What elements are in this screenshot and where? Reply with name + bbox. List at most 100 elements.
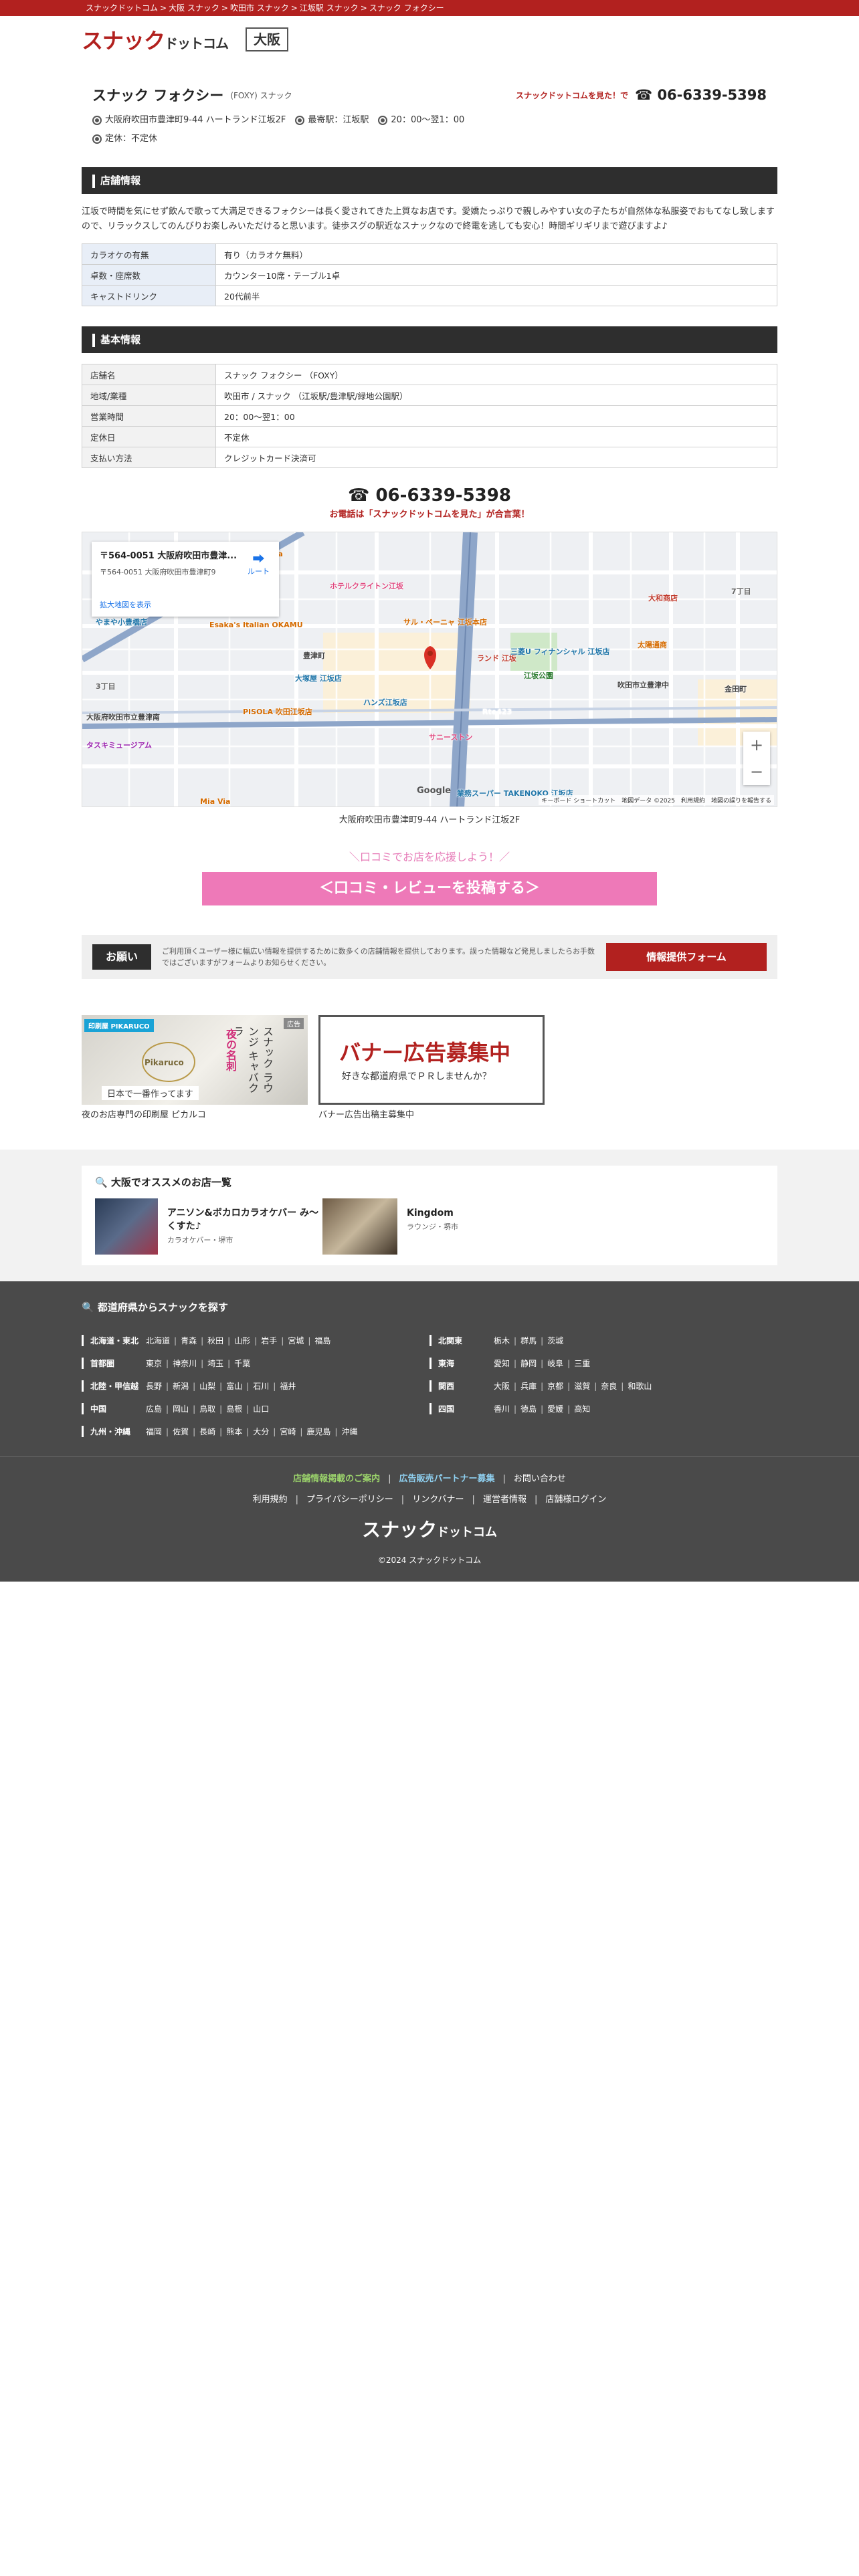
prefecture-link[interactable]: 京都 — [547, 1382, 563, 1391]
prefecture-link[interactable]: 秋田 — [207, 1336, 223, 1346]
breadcrumb-item[interactable]: 大阪 スナック — [169, 3, 219, 13]
prefecture-link[interactable]: 奈良 — [601, 1382, 617, 1391]
recommend-thumbnail[interactable] — [322, 1198, 397, 1255]
prefecture-link[interactable]: 沖縄 — [341, 1427, 357, 1436]
breadcrumb-item[interactable]: スナック フォクシー — [369, 3, 444, 13]
map-label[interactable]: PISOLA 吹田江坂店 — [243, 706, 312, 717]
recommend-name[interactable]: Kingdom — [407, 1206, 458, 1220]
map-label[interactable]: 三菱U フィナンシャル 江坂店 — [510, 646, 609, 657]
prefecture-link[interactable]: 大分 — [253, 1427, 269, 1436]
recommend-thumbnail[interactable] — [95, 1198, 158, 1255]
prefecture-link[interactable]: 愛媛 — [547, 1404, 563, 1414]
prefecture-link[interactable]: 青森 — [181, 1336, 197, 1346]
banner-caption[interactable]: 夜のお店専門の印刷屋 ピカルコ — [82, 1107, 308, 1120]
prefecture-link[interactable]: 山梨 — [199, 1382, 215, 1391]
map-label[interactable]: 大阪府吹田市立豊津南 — [86, 712, 160, 722]
map-label[interactable]: タスキミュージアム — [86, 740, 152, 750]
recommend-name[interactable]: アニソン&ボカロカラオケバー み～くすた♪ — [167, 1206, 322, 1233]
map-label[interactable]: ハンズ江坂店 — [363, 697, 407, 708]
zoom-in-button[interactable]: + — [743, 732, 770, 758]
prefecture-link[interactable]: 福島 — [314, 1336, 330, 1346]
map-footer[interactable]: キーボード ショートカット 地図データ ©2025 利用規約 地図の誤りを報告す… — [539, 795, 774, 805]
map-label[interactable]: ホテルクライトン江坂 — [330, 580, 403, 591]
google-map[interactable]: ホテルクライトン江坂こば BigpotaEsaka's Italian OKAM… — [82, 532, 777, 807]
prefecture-link[interactable]: 栃木 — [494, 1336, 510, 1346]
site-logo[interactable]: スナック ドットコム — [82, 24, 229, 55]
map-label[interactable]: Esaka's Italian OKAMU — [209, 621, 303, 629]
prefecture-link[interactable]: 石川 — [253, 1382, 269, 1391]
prefecture-link[interactable]: 岡山 — [173, 1404, 189, 1414]
header-tel[interactable]: スナックドットコムを見た！で ☎ 06-6339-5398 — [516, 87, 767, 103]
prefecture-link[interactable]: 埼玉 — [207, 1359, 223, 1368]
breadcrumb-item[interactable]: スナックドットコム — [86, 3, 158, 13]
prefecture-link[interactable]: 東京 — [146, 1359, 162, 1368]
recommend-item[interactable]: アニソン&ボカロカラオケバー み～くすた♪ カラオケバー・堺市 — [95, 1198, 322, 1255]
footer-link[interactable]: お問い合わせ — [514, 1474, 566, 1484]
prefecture-link[interactable]: 広島 — [146, 1404, 162, 1414]
prefecture-link[interactable]: 茨城 — [547, 1336, 563, 1346]
map-label[interactable]: 大和商店 — [648, 593, 678, 603]
footer-link[interactable]: 運営者情報 — [483, 1495, 527, 1505]
map-label[interactable]: やまや小豊橋店 — [96, 617, 147, 627]
map-label[interactable]: 江坂公園 — [524, 670, 553, 681]
prefecture-link[interactable]: 千葉 — [234, 1359, 250, 1368]
prefecture-link[interactable]: 群馬 — [520, 1336, 537, 1346]
footer-link[interactable]: プライバシーポリシー — [306, 1495, 393, 1505]
banner-pikaruco[interactable]: 印刷屋 PIKARUCO 広告 Pikaruco スナック ラウンジ キャバクラ… — [82, 1015, 308, 1120]
map-label[interactable]: 7丁目 — [731, 586, 751, 597]
prefecture-link[interactable]: 兵庫 — [520, 1382, 537, 1391]
footer-link[interactable]: 店舗情報掲載のご案内 — [293, 1474, 380, 1484]
map-label[interactable]: 大塚屋 江坂店 — [295, 673, 342, 683]
prefecture-link[interactable]: 愛知 — [494, 1359, 510, 1368]
recommend-item[interactable]: Kingdom ラウンジ・堺市 — [322, 1198, 550, 1255]
prefecture-link[interactable]: 宮城 — [288, 1336, 304, 1346]
info-form-button[interactable]: 情報提供フォーム — [606, 943, 767, 971]
prefecture-link[interactable]: 和歌山 — [628, 1382, 652, 1391]
footer-link[interactable]: 店舗様ログイン — [545, 1495, 606, 1505]
zoom-out-button[interactable]: − — [743, 758, 770, 785]
map-label[interactable]: Rte423 — [482, 708, 512, 716]
prefecture-link[interactable]: 香川 — [494, 1404, 510, 1414]
banner-caption[interactable]: バナー広告出稿主募集中 — [318, 1107, 545, 1120]
prefecture-link[interactable]: 岐阜 — [547, 1359, 563, 1368]
prefecture-link[interactable]: 静岡 — [520, 1359, 537, 1368]
map-label[interactable]: 豊津町 — [303, 650, 325, 661]
prefecture-link[interactable]: 三重 — [574, 1359, 590, 1368]
prefecture-link[interactable]: 大阪 — [494, 1382, 510, 1391]
banner-recruit[interactable]: バナー広告募集中 好きな都道府県でＰＲしませんか？ バナー広告出稿主募集中 — [318, 1015, 545, 1120]
prefecture-link[interactable]: 富山 — [226, 1382, 242, 1391]
prefecture-link[interactable]: 滋賀 — [574, 1382, 590, 1391]
breadcrumb-item[interactable]: 江坂駅 スナック — [300, 3, 359, 13]
prefecture-link[interactable]: 福井 — [280, 1382, 296, 1391]
footer-link[interactable]: 広告販売パートナー募集 — [399, 1474, 494, 1484]
banner-recruit-image[interactable]: バナー広告募集中 好きな都道府県でＰＲしませんか？ — [318, 1015, 545, 1105]
map-label[interactable]: 金田町 — [725, 683, 747, 694]
prefecture-link[interactable]: 熊本 — [226, 1427, 242, 1436]
banner-pikaruco-image[interactable]: 印刷屋 PIKARUCO 広告 Pikaruco スナック ラウンジ キャバクラ… — [82, 1015, 308, 1105]
prefecture-link[interactable]: 北海道 — [146, 1336, 170, 1346]
map-route-button[interactable]: ⮕ ルート — [248, 554, 270, 576]
area-label[interactable]: 大阪 — [246, 27, 289, 51]
prefecture-link[interactable]: 福岡 — [146, 1427, 162, 1436]
prefecture-link[interactable]: 長崎 — [199, 1427, 215, 1436]
footer-link[interactable]: リンクバナー — [412, 1495, 464, 1505]
prefecture-link[interactable]: 新潟 — [173, 1382, 189, 1391]
map-label[interactable]: 吹田市立豊津中 — [617, 679, 669, 690]
prefecture-link[interactable]: 宮崎 — [280, 1427, 296, 1436]
prefecture-link[interactable]: 山形 — [234, 1336, 250, 1346]
prefecture-link[interactable]: 鳥取 — [199, 1404, 215, 1414]
map-label[interactable]: Mia Via — [200, 797, 230, 806]
prefecture-link[interactable]: 佐賀 — [173, 1427, 189, 1436]
prefecture-link[interactable]: 神奈川 — [173, 1359, 197, 1368]
map-label[interactable]: 3丁目 — [96, 681, 116, 691]
footer-link[interactable]: 利用規約 — [253, 1495, 288, 1505]
prefecture-link[interactable]: 岩手 — [261, 1336, 277, 1346]
post-review-button[interactable]: ＜口コミ・レビューを投稿する＞ — [202, 872, 657, 905]
prefecture-link[interactable]: 徳島 — [520, 1404, 537, 1414]
prefecture-link[interactable]: 長野 — [146, 1382, 162, 1391]
map-label[interactable]: 太陽通商 — [638, 639, 667, 650]
map-enlarge-link[interactable]: 拡大地図を表示 — [100, 599, 151, 610]
prefecture-link[interactable]: 島根 — [226, 1404, 242, 1414]
map-label[interactable]: サル・ペーニャ 江坂本店 — [403, 617, 487, 627]
map-label[interactable]: サニーストン — [429, 732, 472, 742]
